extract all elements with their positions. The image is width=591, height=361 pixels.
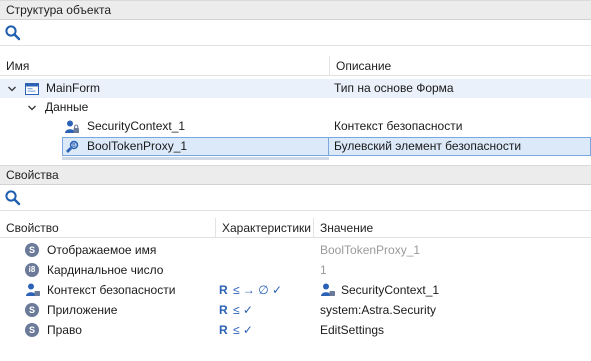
column-header-value[interactable]: Значение [314, 218, 591, 238]
svg-text:B: B [72, 143, 76, 149]
tree-item-label: BoolTokenProxy_1 [87, 139, 188, 153]
string-type-icon: S [25, 323, 39, 337]
property-name: Отображаемое имя [47, 243, 157, 257]
required-flag: R [219, 283, 228, 297]
property-row-application[interactable]: S Приложение R ≤ ✓ system:Astra.Security [0, 300, 591, 320]
structure-toolbar [0, 20, 591, 46]
properties-column-headers: Свойство Характеристики Значение [0, 218, 591, 238]
property-characteristics: ≤ ✓ [233, 323, 253, 337]
string-type-icon: S [25, 243, 39, 257]
property-value[interactable]: EditSettings [320, 320, 384, 340]
form-icon [25, 83, 39, 95]
required-flag: R [219, 303, 228, 317]
tree-row-data[interactable]: Данные [0, 98, 591, 117]
security-context-icon [321, 283, 335, 296]
tree-row-mainform[interactable]: MainForm Тип на основе Форма [0, 79, 591, 98]
property-name: Кардинальное число [47, 263, 164, 277]
integer-type-icon: i8 [25, 263, 39, 277]
search-icon[interactable] [4, 24, 22, 42]
horizontal-scrollbar[interactable] [62, 157, 329, 160]
chevron-down-icon[interactable] [8, 85, 16, 93]
property-characteristics: ≤ → ∅ ✓ [233, 283, 283, 297]
structure-column-headers: Имя Описание [0, 56, 591, 76]
structure-panel-title: Структура объекта [0, 0, 591, 20]
bool-token-icon: B [66, 140, 79, 153]
security-context-icon [65, 120, 79, 133]
tree-item-description: Контекст безопасности [334, 119, 463, 133]
tree-row-booltokenproxy[interactable]: B BoolTokenProxy_1 Булевский элемент без… [0, 137, 591, 156]
chevron-down-icon[interactable] [28, 104, 36, 112]
tree-item-label: MainForm [46, 81, 101, 95]
tree-item-description: Тип на основе Форма [334, 81, 454, 95]
property-row-right[interactable]: S Право R ≤ ✓ EditSettings [0, 320, 591, 340]
column-header-characteristics[interactable]: Характеристики [216, 218, 314, 238]
column-header-name[interactable]: Имя [0, 56, 330, 76]
required-flag: R [219, 323, 228, 337]
property-value[interactable]: SecurityContext_1 [341, 280, 439, 300]
property-row-security-context[interactable]: Контекст безопасности R ≤ → ∅ ✓ Security… [0, 280, 591, 300]
property-row-cardinality[interactable]: i8 Кардинальное число 1 [0, 260, 591, 280]
property-value[interactable]: BoolTokenProxy_1 [320, 240, 420, 260]
tree-item-label: SecurityContext_1 [87, 119, 186, 133]
column-header-description[interactable]: Описание [330, 56, 591, 76]
property-value[interactable]: system:Astra.Security [320, 300, 436, 320]
tree-item-description: Булевский элемент безопасности [334, 139, 522, 153]
property-characteristics: ≤ ✓ [233, 303, 253, 317]
security-context-icon [26, 283, 40, 296]
properties-panel-title: Свойства [0, 165, 591, 185]
property-value[interactable]: 1 [320, 260, 327, 280]
tree-row-securitycontext[interactable]: SecurityContext_1 Контекст безопасности [0, 117, 591, 136]
property-name: Право [47, 323, 82, 337]
properties-toolbar [0, 185, 591, 211]
property-name: Приложение [47, 303, 118, 317]
property-name: Контекст безопасности [47, 283, 176, 297]
string-type-icon: S [25, 303, 39, 317]
property-row-display-name[interactable]: S Отображаемое имя BoolTokenProxy_1 [0, 240, 591, 260]
search-icon[interactable] [4, 189, 22, 207]
column-header-property[interactable]: Свойство [0, 218, 216, 238]
tree-item-label: Данные [45, 100, 89, 114]
